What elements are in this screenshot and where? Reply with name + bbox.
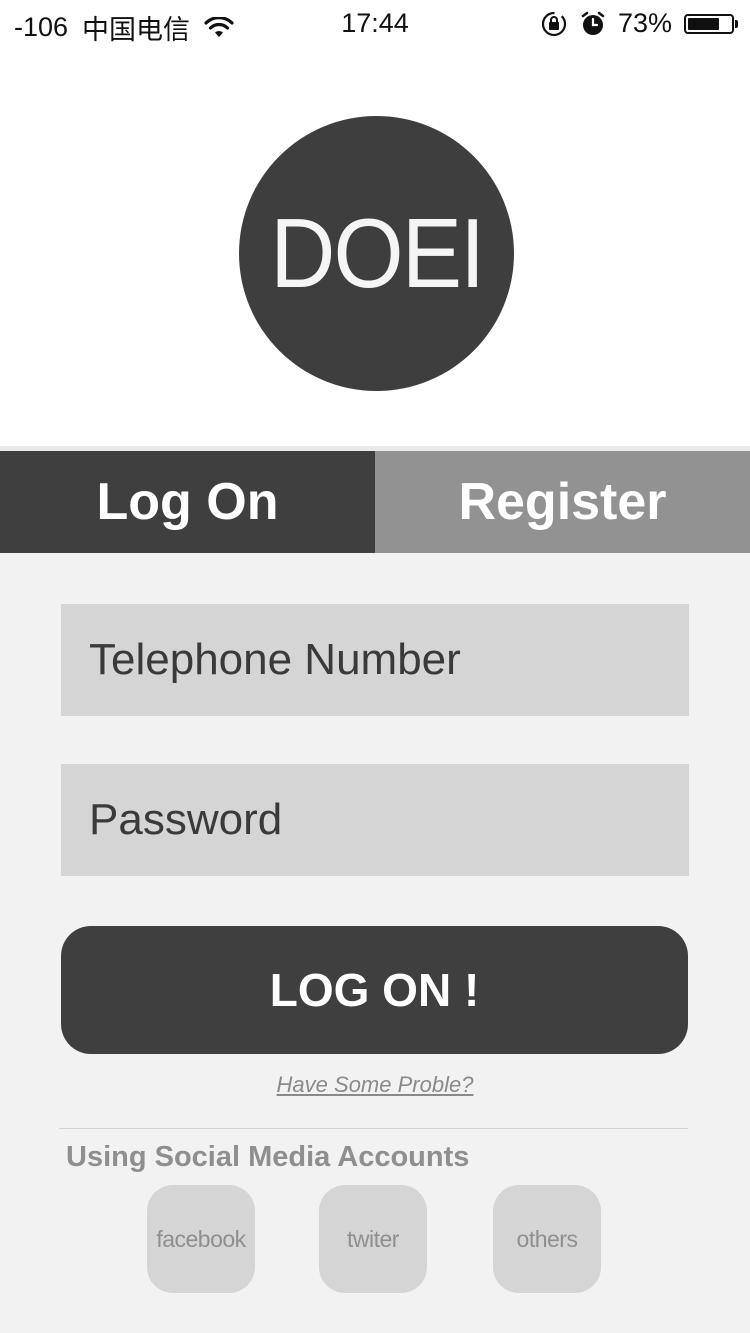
help-link-row: Have Some Proble? (0, 1072, 750, 1098)
others-button[interactable]: others (493, 1185, 601, 1293)
battery-icon (684, 13, 738, 34)
telephone-input[interactable] (89, 635, 661, 685)
password-field (61, 764, 689, 876)
facebook-button[interactable]: facebook (147, 1185, 255, 1293)
twiter-button[interactable]: twiter (319, 1185, 427, 1293)
logo-text: DOEI (269, 198, 485, 308)
log-on-button[interactable]: LOG ON ! (61, 926, 688, 1054)
header-area: DOEI (0, 48, 750, 446)
battery-percent: 73% (617, 8, 672, 38)
battery-nub (735, 19, 738, 28)
status-right: 73% (540, 8, 738, 39)
battery-fill (688, 17, 719, 30)
alarm-icon (580, 11, 606, 37)
telephone-field (61, 604, 689, 716)
status-bar: -106 中国电信 17:44 73% (0, 0, 750, 48)
tab-register[interactable]: Register (375, 451, 750, 553)
password-input[interactable] (89, 795, 661, 845)
help-link[interactable]: Have Some Proble? (277, 1072, 474, 1097)
social-heading: Using Social Media Accounts (66, 1141, 470, 1173)
tab-log-on[interactable]: Log On (0, 451, 375, 553)
auth-tabs: Log On Register (0, 451, 750, 553)
social-divider (59, 1128, 688, 1129)
logo: DOEI (239, 116, 514, 391)
battery-body (684, 13, 734, 34)
lock-rotation-icon (540, 10, 568, 38)
